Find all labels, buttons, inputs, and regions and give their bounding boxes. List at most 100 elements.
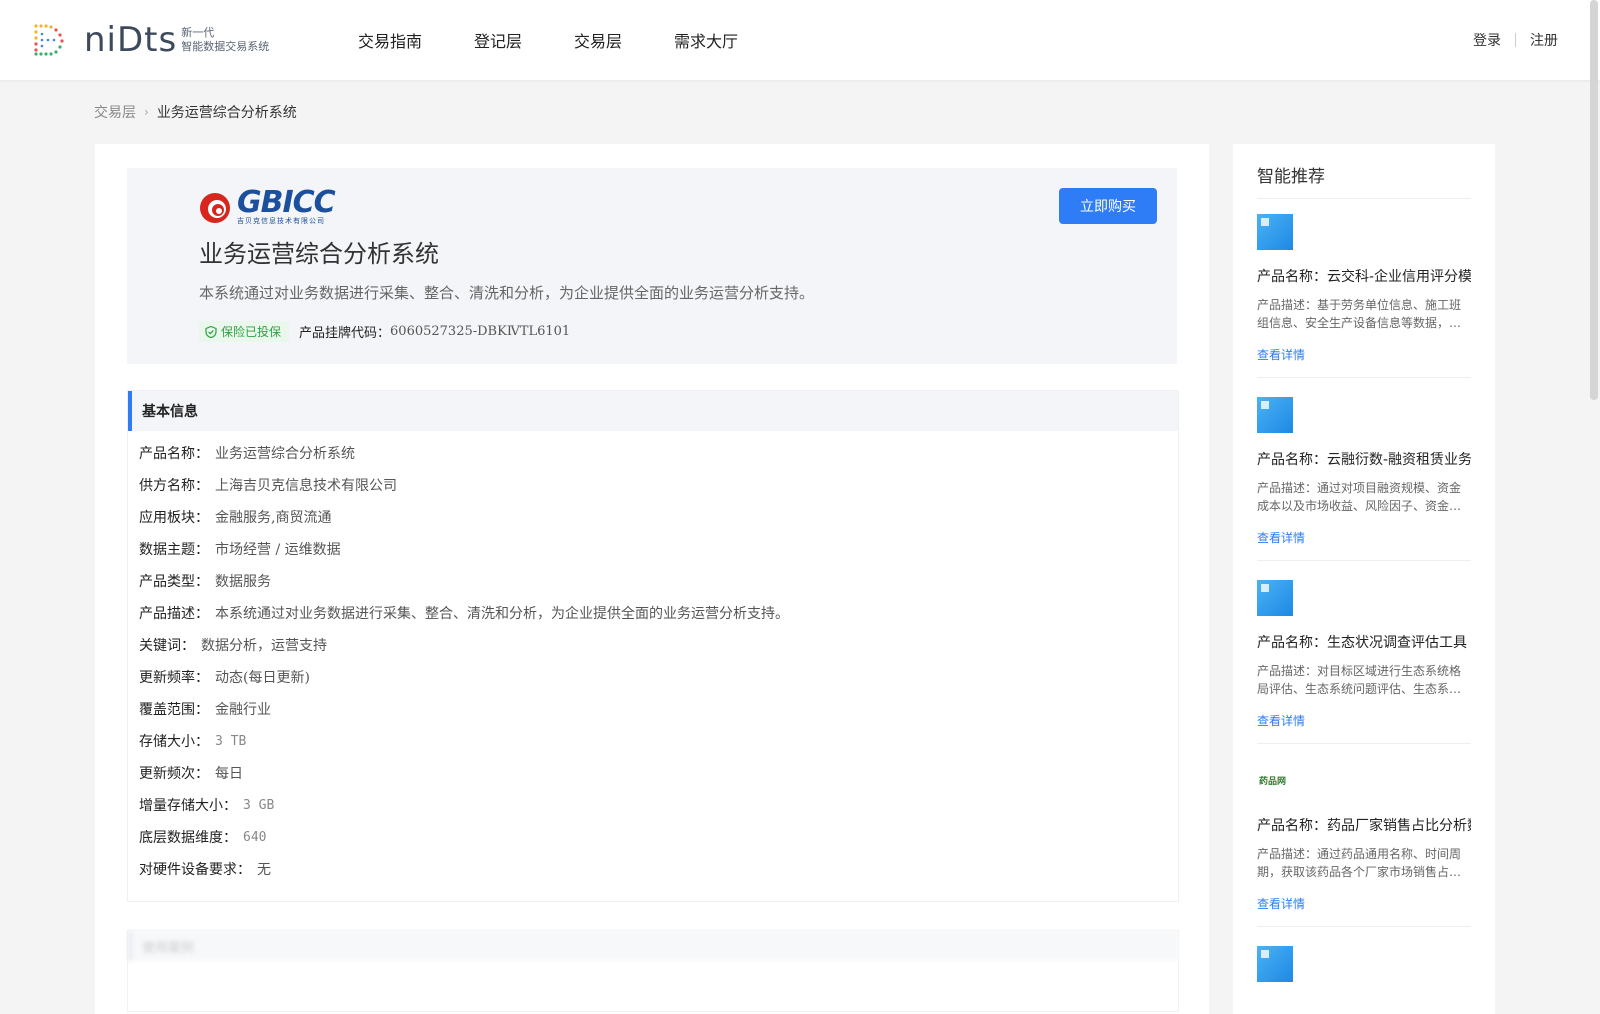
info-row-incremental-size: 增量存储大小： 3 GB (128, 789, 1178, 821)
info-key: 增量存储大小： (139, 798, 237, 814)
shield-check-icon (205, 325, 217, 338)
info-key: 产品描述： (139, 606, 209, 622)
rec-desc: 产品描述：基于劳务单位信息、施工班组信息、安全生产设备信息等数据，… (1257, 298, 1462, 330)
rec-thumbnail[interactable] (1257, 214, 1293, 250)
main-nav: 交易指南 登记层 交易层 需求大厅 (358, 28, 790, 52)
info-row-dimensions: 底层数据维度： 640 (128, 821, 1178, 853)
rec-thumbnail[interactable]: 药品网 (1257, 763, 1293, 799)
rec-thumbnail[interactable] (1257, 580, 1293, 616)
info-row-update-times: 更新频次： 每日 (128, 757, 1178, 789)
info-row-hardware: 对硬件设备要求： 无 (128, 853, 1178, 885)
nav-registry-layer[interactable]: 登记层 (474, 28, 522, 52)
rec-card: 产品名称：生态状况调查评估工具 产品描述：对目标区域进行生态系统格局评估、生态系… (1257, 580, 1471, 744)
rec-desc: 产品描述：通过对项目融资规模、资金成本以及市场收益、风险因子、资金… (1257, 481, 1462, 513)
info-key: 产品类型： (139, 574, 209, 590)
nav-demand-hall[interactable]: 需求大厅 (674, 28, 738, 52)
info-key: 覆盖范围： (139, 702, 209, 718)
info-value: 3 TB (215, 733, 247, 749)
breadcrumb-current: 业务运营综合分析系统 (156, 105, 297, 121)
recommendation-sidebar: 智能推荐 产品名称：云交科-企业信用评分模型 产品描述：基于劳务单位信息、施工班… (1233, 144, 1495, 1014)
info-key: 产品名称： (139, 446, 209, 462)
page-scrollbar[interactable] (1590, 0, 1598, 400)
rec-detail-link[interactable]: 查看详情 (1257, 712, 1471, 729)
product-main-panel: GBICC 吉贝克信息技术有限公司 立即购买 业务运营综合分析系统 本系统通过对… (95, 144, 1209, 1014)
basic-info-section: 基本信息 产品名称： 业务运营综合分析系统 供方名称： 上海吉贝克信息技术有限公司 … (127, 390, 1179, 902)
info-value: 金融服务,商贸流通 (215, 510, 332, 526)
info-key: 存储大小： (139, 734, 209, 750)
info-value: 动态(每日更新) (215, 670, 310, 686)
info-key: 对硬件设备要求： (139, 862, 251, 878)
info-row-topic: 数据主题： 市场经营 / 运维数据 (128, 533, 1178, 565)
info-value: 数据服务 (215, 574, 271, 590)
info-row-storage-size: 存储大小： 3 TB (128, 725, 1178, 757)
rec-divider (1257, 560, 1471, 561)
provider-logo-word: GBICC (237, 185, 336, 220)
rec-name[interactable]: 产品名称：药品厂家销售占比分析数据 (1257, 815, 1471, 835)
product-title: 业务运营综合分析系统 (199, 240, 439, 268)
register-link[interactable]: 注册 (1530, 30, 1558, 50)
provider-logo-mark-icon (200, 193, 230, 223)
info-key: 关键词： (139, 638, 195, 654)
rec-thumbnail[interactable] (1257, 946, 1293, 982)
rec-name[interactable]: 产品名称：云交科-企业信用评分模型 (1257, 266, 1471, 286)
info-row-update-frequency: 更新频率： 动态(每日更新) (128, 661, 1178, 693)
basic-info-heading: 基本信息 (128, 391, 1178, 431)
info-row-sector: 应用板块： 金融服务,商贸流通 (128, 501, 1178, 533)
rec-divider (1257, 743, 1471, 744)
insurance-badge-label: 保险已投保 (221, 325, 282, 339)
rec-detail-link[interactable]: 查看详情 (1257, 895, 1471, 912)
info-value: 3 GB (243, 797, 275, 813)
logo-dots-icon (34, 24, 64, 56)
info-key: 底层数据维度： (139, 830, 237, 846)
insurance-badge: 保险已投保 (199, 321, 290, 342)
product-hero: GBICC 吉贝克信息技术有限公司 立即购买 业务运营综合分析系统 本系统通过对… (127, 168, 1177, 364)
breadcrumb: 交易层 › 业务运营综合分析系统 (94, 102, 297, 122)
rec-desc: 产品描述：对目标区域进行生态系统格局评估、生态系统问题评估、生态系… (1257, 664, 1462, 696)
info-row-provider: 供方名称： 上海吉贝克信息技术有限公司 (128, 469, 1178, 501)
info-row-keywords: 关键词： 数据分析，运营支持 (128, 629, 1178, 661)
rec-card: 产品名称：云交科-企业信用评分模型 产品描述：基于劳务单位信息、施工班组信息、安… (1257, 214, 1471, 378)
provider-logo: GBICC 吉贝克信息技术有限公司 (199, 185, 336, 226)
buy-now-button[interactable]: 立即购买 (1059, 188, 1157, 224)
basic-info-list: 产品名称： 业务运营综合分析系统 供方名称： 上海吉贝克信息技术有限公司 应用板块：… (128, 431, 1178, 885)
provider-logo-subtext: 吉贝克信息技术有限公司 (237, 217, 325, 225)
rec-card: 产品名称：云融衍数-融资租赁业务分析 产品描述：通过对项目融资规模、资金成本以及… (1257, 397, 1471, 561)
rec-detail-link[interactable]: 查看详情 (1257, 346, 1471, 363)
sidebar-title: 智能推荐 (1257, 167, 1325, 187)
info-key: 供方名称： (139, 478, 209, 494)
info-row-type: 产品类型： 数据服务 (128, 565, 1178, 597)
product-meta-row: 保险已投保 产品挂牌代码： 6060527325-DBKⅣTL6101 (199, 321, 570, 342)
top-navbar: niDts 新一代 智能数据交易系统 交易指南 登记层 交易层 需求大厅 登录 … (0, 0, 1600, 80)
info-value: 市场经营 / 运维数据 (215, 542, 341, 558)
logo-wordmark: niDts (84, 20, 178, 60)
product-description: 本系统通过对业务数据进行采集、整合、清洗和分析，为企业提供全面的业务运营分析支持… (199, 284, 815, 302)
info-value: 数据分析，运营支持 (201, 638, 327, 654)
usage-cases-heading: 使用案例 (128, 931, 1178, 961)
rec-desc: 产品描述：通过药品通用名称、时间周期，获取该药品各个厂家市场销售占… (1257, 847, 1462, 879)
rec-logo-text: 药品网 (1259, 777, 1287, 787)
rec-name[interactable]: 产品名称：生态状况调查评估工具 (1257, 632, 1471, 652)
rec-thumbnail[interactable] (1257, 397, 1293, 433)
info-row-description: 产品描述： 本系统通过对业务数据进行采集、整合、清洗和分析，为企业提供全面的业务运… (128, 597, 1178, 629)
logo-subtitle-1: 新一代 (181, 26, 215, 39)
site-logo[interactable]: niDts 新一代 智能数据交易系统 (30, 18, 269, 62)
rec-divider (1257, 377, 1471, 378)
nav-trading-guide[interactable]: 交易指南 (358, 28, 422, 52)
info-row-coverage: 覆盖范围： 金融行业 (128, 693, 1178, 725)
nav-trading-layer[interactable]: 交易层 (574, 28, 622, 52)
info-row-product-name: 产品名称： 业务运营综合分析系统 (128, 437, 1178, 469)
info-key: 更新频次： (139, 766, 209, 782)
rec-divider (1257, 926, 1471, 927)
info-value: 无 (257, 862, 271, 878)
info-key: 数据主题： (139, 542, 209, 558)
breadcrumb-parent[interactable]: 交易层 (94, 102, 136, 122)
info-key: 更新频率： (139, 670, 209, 686)
logo-subtitle-2: 智能数据交易系统 (181, 40, 270, 53)
rec-detail-link[interactable]: 查看详情 (1257, 529, 1471, 546)
login-link[interactable]: 登录 (1473, 30, 1501, 50)
info-value: 每日 (215, 766, 243, 782)
chevron-right-icon: › (144, 105, 149, 119)
rec-name[interactable]: 产品名称：云融衍数-融资租赁业务分析 (1257, 449, 1471, 469)
info-value: 金融行业 (215, 702, 271, 718)
info-value: 业务运营综合分析系统 (215, 446, 355, 462)
